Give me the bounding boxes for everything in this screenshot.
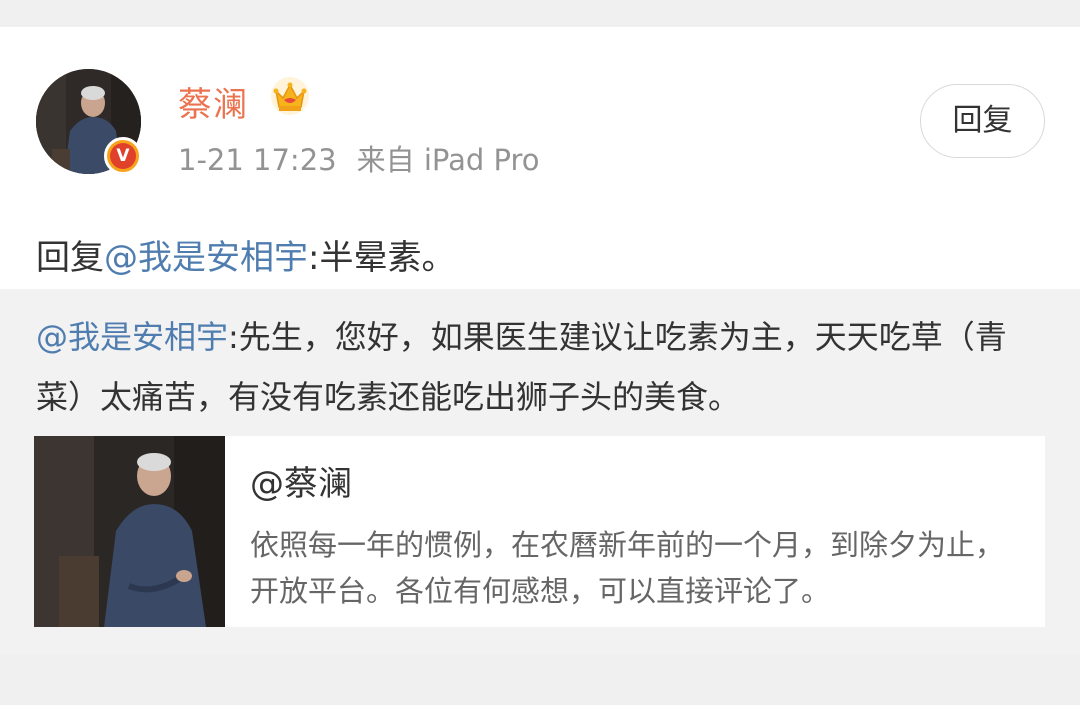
comment-header: V 蔡澜 1-21 17:23 来自 iPad Pro 回复 [0,27,1080,207]
top-spacer [0,0,1080,27]
quoted-comment[interactable]: @我是安相宇:先生，您好，如果医生建议让吃素为主，天天吃草（青菜）太痛苦，有没有… [0,289,1080,655]
reply-body: :半晕素。 [308,238,456,278]
reply-mention-link[interactable]: @我是安相宇 [104,238,308,278]
reply-prefix: 回复 [36,238,104,278]
post-meta: 1-21 17:23 来自 iPad Pro [178,137,539,179]
verified-badge-icon: V [104,137,142,175]
post-timestamp: 1-21 17:23 [178,143,337,177]
post-source: 来自 iPad Pro [356,143,540,177]
crown-icon [271,77,309,115]
verified-badge-label: V [110,143,136,169]
reply-text: 回复@我是安相宇:半晕素。 [36,230,455,279]
username[interactable]: 蔡澜 [178,77,248,126]
embedded-post-photo [34,436,225,627]
embedded-post-description: 依照每一年的惯例，在农曆新年前的一个月，到除夕为止，开放平台。各位有何感想，可以… [250,528,1005,608]
embedded-post-title: @蔡澜 [250,464,352,504]
embedded-post-thumbnail [34,436,225,627]
embedded-post-card[interactable]: @蔡澜 依照每一年的惯例，在农曆新年前的一个月，到除夕为止，开放平台。各位有何感… [34,436,1045,627]
reply-button[interactable]: 回复 [920,84,1045,158]
quoted-comment-text: @我是安相宇:先生，您好，如果医生建议让吃素为主，天天吃草（青菜）太痛苦，有没有… [36,307,1046,427]
comment-card: V 蔡澜 1-21 17:23 来自 iPad Pro 回复 回复@我是安相宇:半… [0,27,1080,655]
quoted-mention-link[interactable]: @我是安相宇 [36,318,228,356]
